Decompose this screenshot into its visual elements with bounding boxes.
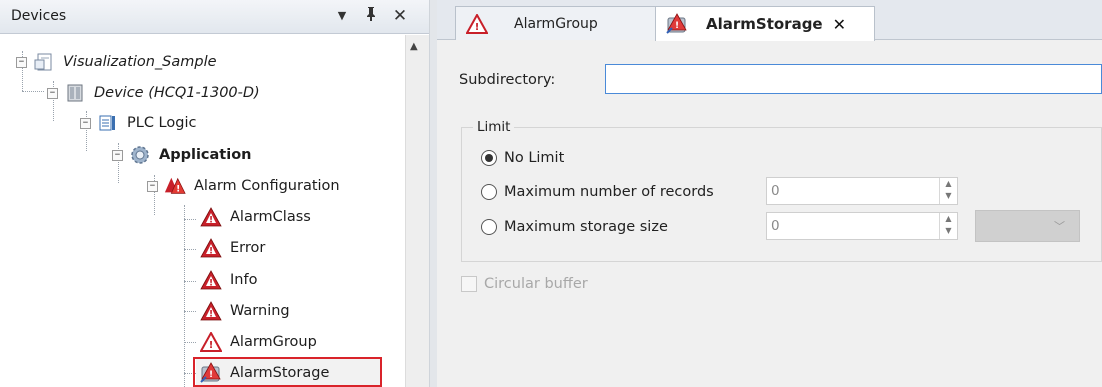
max-storage-size-radio[interactable] [481,219,497,235]
collapse-toggle[interactable]: − [47,87,58,99]
radio-label: Maximum storage size [504,219,668,235]
tab-label: AlarmGroup [514,15,598,32]
max-records-spinbox[interactable]: 0 ▲ ▼ [766,177,958,205]
tree-connector [184,219,196,220]
tree-connector [184,281,196,282]
subdirectory-input[interactable] [605,64,1102,94]
alarm-storage-icon: ! [666,13,688,35]
max-storage-size-spinbox[interactable]: 0 ▲ ▼ [766,212,958,240]
svg-text:!: ! [675,21,679,31]
plc-logic-icon [97,112,119,134]
collapse-toggle[interactable]: − [16,56,27,68]
tree-item-alarmclass[interactable]: ! AlarmClass [200,202,311,232]
device-icon [64,82,86,104]
tab-alarmstorage[interactable]: ! AlarmStorage ✕ [655,6,875,41]
radio-selected-dot [485,154,493,162]
svg-text:!: ! [209,340,214,351]
spinbox-arrows[interactable]: ▲ ▼ [939,213,957,239]
tree-item-info[interactable]: ! Info [200,265,257,295]
max-records-option[interactable]: Maximum number of records [481,184,714,200]
svg-text:!: ! [209,310,213,320]
max-records-radio[interactable] [481,184,497,200]
tab-alarmgroup[interactable]: ! AlarmGroup [455,6,673,40]
svg-text:!: ! [209,279,213,289]
svg-text:!: ! [176,184,180,195]
svg-text:!: ! [209,216,213,226]
alarm-group-icon: ! [200,331,222,353]
tree-item-label: Alarm Configuration [194,178,340,194]
alarm-storage-editor: ! AlarmGroup ! AlarmStorage ✕ Subdirecto… [437,0,1102,387]
tree-connector [184,205,185,387]
tab-label: AlarmStorage [706,15,823,33]
tree-connector [184,311,196,312]
limit-group-label: Limit [473,119,515,135]
spinbox-value: 0 [771,183,780,199]
alarm-icon: ! [200,237,222,259]
circular-buffer-label: Circular buffer [484,276,588,292]
tree-item-plc-logic[interactable]: − PLC Logic [80,108,196,138]
tree-scrollbar[interactable]: ▲ [405,35,429,387]
collapse-toggle[interactable]: − [112,149,123,161]
tree-item-error[interactable]: ! Error [200,233,265,263]
storage-size-unit-dropdown[interactable]: ﹀ [975,210,1080,242]
alarm-configuration-icon: ! [164,175,186,197]
alarm-icon: ! [200,300,222,322]
svg-text:!: ! [475,22,480,33]
radio-label: Maximum number of records [504,184,714,200]
no-limit-option[interactable]: No Limit [481,150,564,166]
tree-item-label: AlarmClass [230,209,311,225]
tree-item-label: Error [230,240,266,256]
tree-item-label: Visualization_Sample [63,54,217,70]
tree-item-visualization-sample[interactable]: − Visualization_Sample [16,47,217,77]
panel-splitter[interactable] [429,0,437,387]
tree-item-label: Info [230,272,258,288]
circular-buffer-option[interactable]: Circular buffer [461,276,588,292]
alarm-icon: ! [200,269,222,291]
max-storage-size-option[interactable]: Maximum storage size [481,219,668,235]
devices-panel-header: Devices ▼ ✕ [0,0,429,34]
scroll-up-button[interactable]: ▲ [410,41,418,52]
tree-item-label: Application [159,147,252,163]
panel-close-button[interactable]: ✕ [391,6,409,26]
circular-buffer-checkbox[interactable] [461,276,477,292]
collapse-toggle[interactable]: − [147,180,158,192]
devices-panel: Devices ▼ ✕ − Visualization_Sample − Dev… [0,0,429,387]
spinbox-value: 0 [771,218,780,234]
selection-highlight-box [193,357,382,387]
subdirectory-label: Subdirectory: [459,72,556,88]
tree-connector [184,249,196,250]
tree-item-label: PLC Logic [127,115,197,131]
tab-close-button[interactable]: ✕ [833,15,846,34]
tree-item-application[interactable]: − Application [112,140,252,170]
tree-item-device[interactable]: − Device (HCQ1-1300-D) [47,78,260,108]
tree-item-label: AlarmGroup [230,334,317,350]
collapse-toggle[interactable]: − [80,117,91,129]
tree-item-label: Warning [230,303,290,319]
no-limit-radio[interactable] [481,150,497,166]
alarm-group-icon: ! [466,13,488,35]
tree-item-alarmgroup[interactable]: ! AlarmGroup [200,327,317,357]
tree-connector [184,342,196,343]
editor-tab-strip: ! AlarmGroup ! AlarmStorage ✕ [437,0,1102,41]
pin-icon[interactable] [362,6,380,26]
tree-connector [22,91,44,92]
spinbox-arrows[interactable]: ▲ ▼ [939,178,957,204]
devices-panel-title: Devices [11,8,67,24]
chevron-down-icon: ﹀ [1054,220,1065,233]
alarm-icon: ! [200,206,222,228]
tree-item-alarm-configuration[interactable]: − ! Alarm Configuration [147,171,340,201]
panel-menu-button[interactable]: ▼ [333,6,351,26]
device-tree: − Visualization_Sample − Device (HCQ1-13… [0,35,405,387]
project-icon [33,51,55,73]
tree-item-label: Device (HCQ1-1300-D) [94,85,260,101]
tree-item-warning[interactable]: ! Warning [200,296,290,326]
svg-text:!: ! [209,247,213,257]
radio-label: No Limit [504,150,565,166]
application-gear-icon [129,144,151,166]
